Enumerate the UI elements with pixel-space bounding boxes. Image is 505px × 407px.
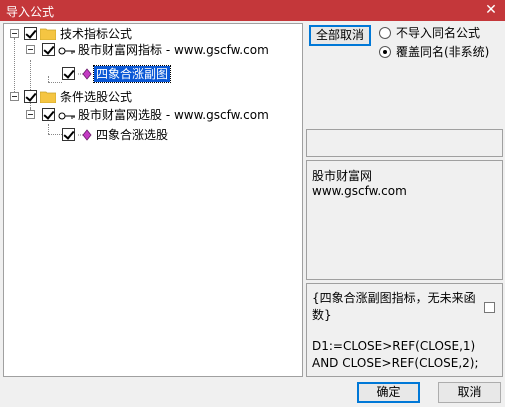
radio-label: 覆盖同名(非系统) xyxy=(396,45,490,59)
window-title: 导入公式 xyxy=(6,5,55,19)
formula-gem-icon xyxy=(78,129,92,141)
tree-node-label[interactable]: 技术指标公式 xyxy=(60,26,132,42)
collapse-toggle-icon[interactable] xyxy=(26,45,35,54)
expand-square-icon[interactable] xyxy=(484,302,495,313)
tree-connector xyxy=(30,60,31,114)
code-line: 数} xyxy=(312,308,332,322)
formula-gem-icon xyxy=(78,68,92,80)
checkbox-condition-formulas[interactable] xyxy=(24,90,37,103)
code-line: D1:=CLOSE>REF(CLOSE,1) xyxy=(312,339,476,353)
tree-connector xyxy=(48,124,49,134)
description-line: 股市财富网 xyxy=(312,169,373,183)
radio-overwrite[interactable]: 覆盖同名(非系统) xyxy=(379,44,503,60)
folder-icon xyxy=(40,28,56,40)
description-box: 股市财富网 www.gscfw.com xyxy=(306,160,503,280)
cancel-all-button[interactable]: 全部取消 xyxy=(309,25,371,46)
radio-button[interactable] xyxy=(379,27,391,39)
collapse-toggle-icon[interactable] xyxy=(10,92,19,101)
ok-button[interactable]: 确定 xyxy=(357,382,420,403)
tree-node-label[interactable]: 四象合涨选股 xyxy=(96,127,168,143)
folder-icon xyxy=(40,91,56,103)
title-bar: 导入公式 ✕ xyxy=(0,0,505,21)
description-line: www.gscfw.com xyxy=(312,184,407,198)
blank-panel xyxy=(306,129,503,157)
formula-code-box[interactable]: {四象合涨副图指标，无未来函 数} D1:=CLOSE>REF(CLOSE,1)… xyxy=(306,283,503,377)
radio-label: 不导入同名公式 xyxy=(396,26,481,40)
key-icon xyxy=(58,112,75,120)
tree-connector xyxy=(48,134,62,135)
tree-node-label-selected[interactable]: 四象合涨副图 xyxy=(92,65,172,83)
cancel-button[interactable]: 取消 xyxy=(438,382,501,403)
checkbox-stock-picking-group[interactable] xyxy=(42,108,55,121)
tree-connector xyxy=(48,82,62,83)
tree-connector xyxy=(14,38,15,98)
tree-node-label[interactable]: 股市财富网指标 - www.gscfw.com xyxy=(78,42,269,58)
key-icon xyxy=(58,47,75,55)
close-icon[interactable]: ✕ xyxy=(483,1,499,19)
radio-button-selected[interactable] xyxy=(379,46,391,58)
code-line: {四象合涨副图指标，无未来函 xyxy=(312,291,476,305)
radio-no-import[interactable]: 不导入同名公式 xyxy=(379,25,503,41)
collapse-toggle-icon[interactable] xyxy=(26,110,35,119)
formula-tree[interactable]: 技术指标公式 股市财富网指标 - www.gscfw.com 四象合涨副图 条件… xyxy=(3,23,303,377)
checkbox-formula-subchart[interactable] xyxy=(62,67,75,80)
checkbox-technical-formulas[interactable] xyxy=(24,27,37,40)
tree-node-label[interactable]: 股市财富网选股 - www.gscfw.com xyxy=(78,107,269,123)
checkbox-indicator-group[interactable] xyxy=(42,43,55,56)
tree-node-label[interactable]: 条件选股公式 xyxy=(60,89,132,105)
checkbox-formula-stock-pick[interactable] xyxy=(62,128,75,141)
collapse-toggle-icon[interactable] xyxy=(10,29,19,38)
code-line: AND CLOSE>REF(CLOSE,2); xyxy=(312,356,479,370)
